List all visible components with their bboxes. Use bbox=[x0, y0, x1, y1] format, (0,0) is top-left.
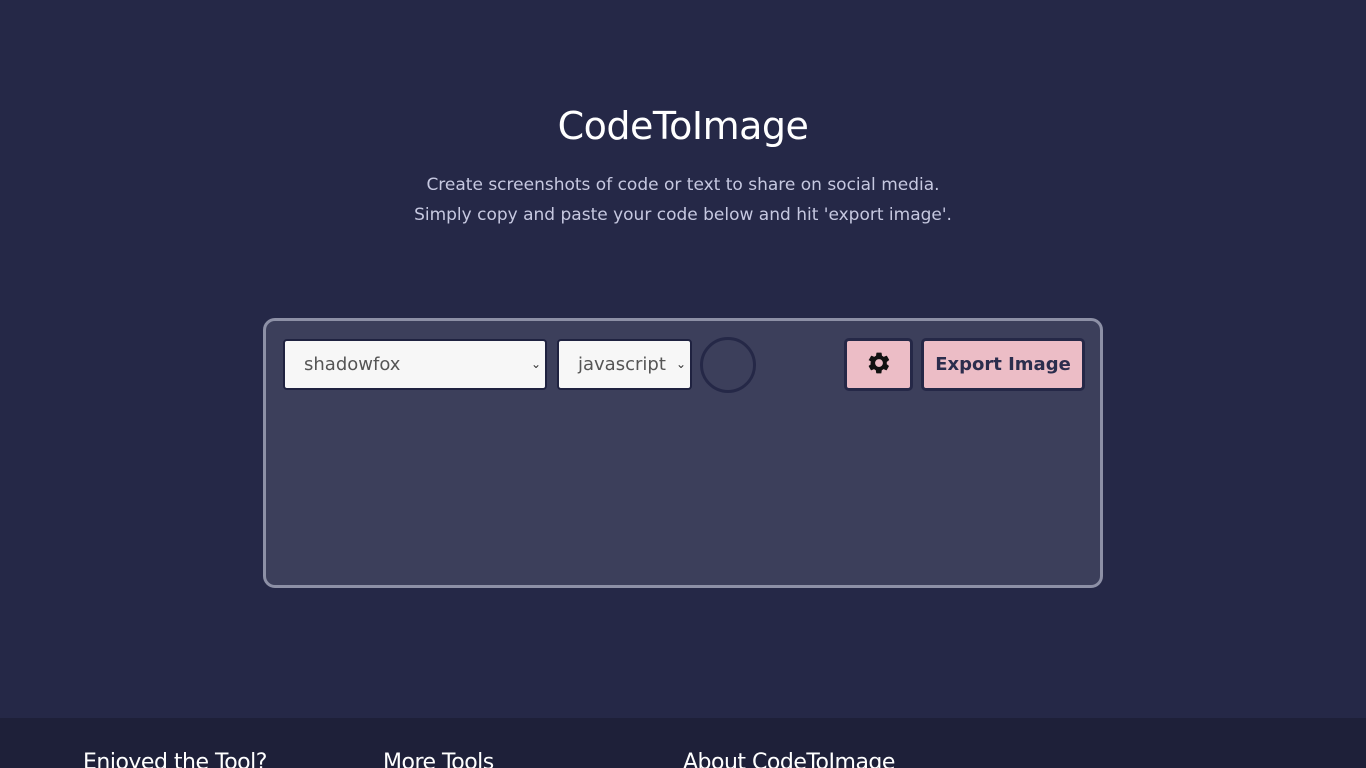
language-select[interactable]: javascript ⌄ bbox=[557, 339, 692, 390]
footer-heading-about: About CodeToImage bbox=[683, 750, 895, 768]
page-subtitle-line1: Create screenshots of code or text to sh… bbox=[426, 175, 940, 195]
export-image-button[interactable]: Export Image bbox=[921, 338, 1085, 391]
code-editor-area[interactable] bbox=[283, 405, 1083, 565]
editor-card: shadowfox ⌄ javascript ⌄ Export Image bbox=[263, 318, 1103, 588]
theme-select[interactable]: shadowfox ⌄ bbox=[283, 339, 547, 390]
footer-heading-enjoyed: Enjoyed the Tool? bbox=[83, 750, 267, 768]
theme-select-value: shadowfox bbox=[304, 354, 401, 375]
page-subtitle-line2: Simply copy and paste your code below an… bbox=[414, 205, 952, 225]
chevron-down-icon: ⌄ bbox=[530, 357, 541, 371]
page-title: CodeToImage bbox=[557, 104, 809, 148]
footer: Enjoyed the Tool? More Tools About CodeT… bbox=[0, 718, 1366, 768]
gear-icon bbox=[866, 350, 892, 380]
footer-heading-more-tools: More Tools bbox=[383, 750, 494, 768]
language-select-value: javascript bbox=[578, 354, 666, 375]
background-color-picker[interactable] bbox=[700, 337, 756, 393]
chevron-down-icon: ⌄ bbox=[675, 357, 686, 371]
settings-button[interactable] bbox=[844, 338, 913, 391]
